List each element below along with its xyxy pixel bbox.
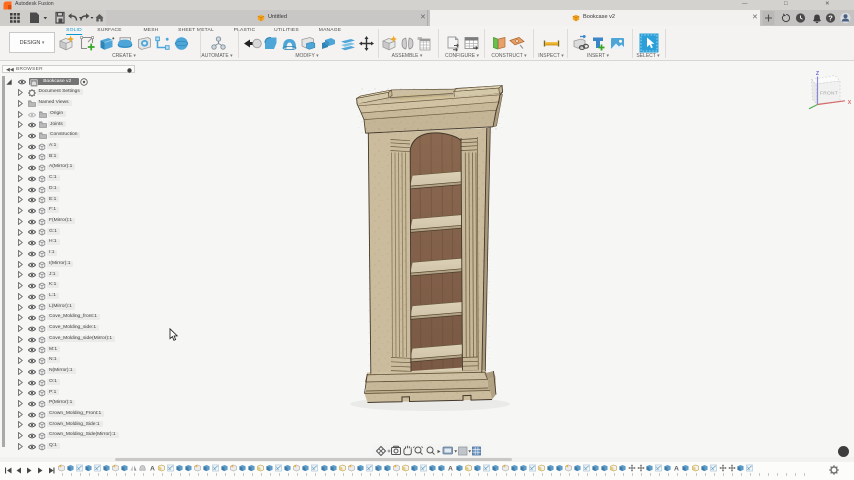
svg-text:A: A xyxy=(674,465,679,471)
svg-text:?: ? xyxy=(828,14,833,23)
svg-text:X: X xyxy=(848,100,852,106)
svg-text:A: A xyxy=(448,465,453,471)
svg-text:A: A xyxy=(150,465,155,471)
svg-text:FRONT: FRONT xyxy=(820,91,838,97)
svg-text:Z: Z xyxy=(816,71,820,77)
